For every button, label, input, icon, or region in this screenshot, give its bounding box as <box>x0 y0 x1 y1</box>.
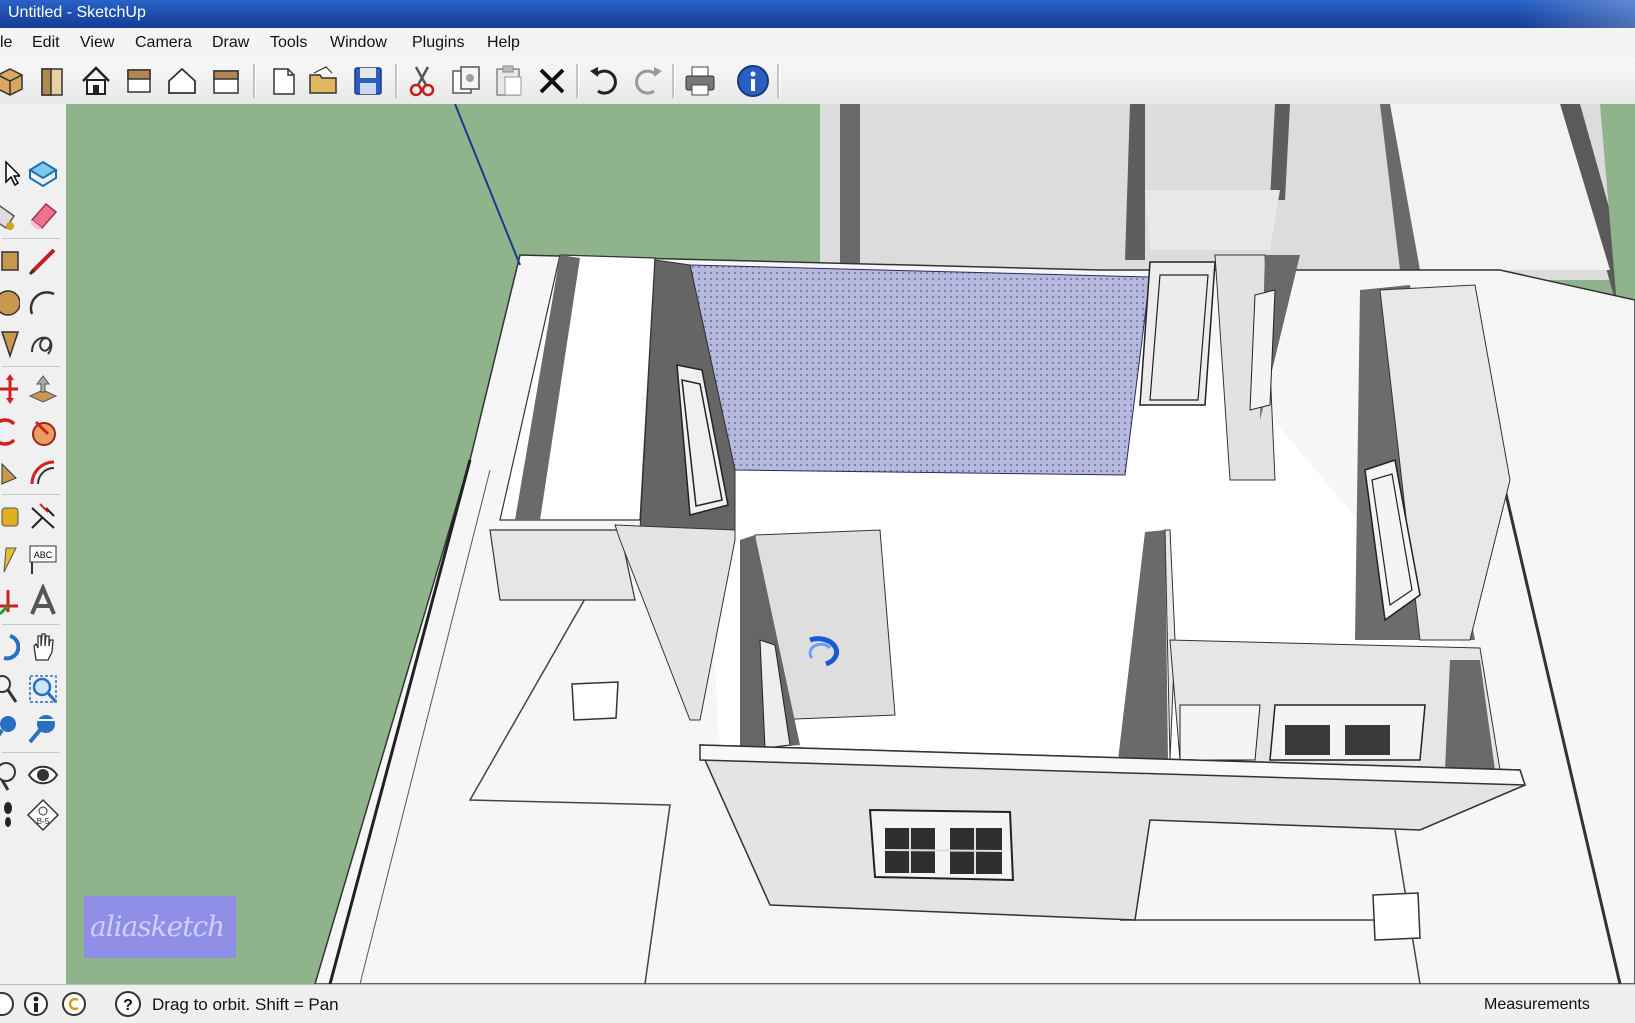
menu-bar: le Edit View Camera Draw Tools Window Pl… <box>0 28 1635 59</box>
toolbar-separator <box>777 64 780 98</box>
palette-separator <box>2 624 60 625</box>
views-iso-icon[interactable] <box>0 63 28 99</box>
section-plane-icon[interactable]: B-5 <box>26 798 60 832</box>
zoom-extents-icon[interactable] <box>0 712 20 746</box>
views-right-icon[interactable] <box>208 63 244 99</box>
eraser-icon[interactable] <box>26 198 60 232</box>
title-bar: Untitled - SketchUp <box>0 0 1635 28</box>
credits-icon[interactable] <box>22 990 50 1018</box>
walk-icon[interactable] <box>0 798 20 832</box>
orbit-icon[interactable] <box>0 630 21 664</box>
push-pull-icon[interactable] <box>26 372 60 406</box>
rotate-icon[interactable] <box>0 414 20 448</box>
watermark-text: aliasketch <box>90 910 225 943</box>
paint-bucket-icon[interactable] <box>0 198 20 232</box>
scale-icon[interactable] <box>0 454 20 488</box>
select-icon[interactable] <box>0 156 22 190</box>
dimension-icon[interactable] <box>26 500 60 534</box>
menu-edit[interactable]: Edit <box>32 34 60 52</box>
views-back-icon[interactable] <box>164 63 200 99</box>
line-icon[interactable] <box>26 244 60 278</box>
copyright-icon[interactable] <box>60 990 88 1018</box>
window-title: Untitled - SketchUp <box>8 4 146 21</box>
menu-tools[interactable]: Tools <box>270 34 307 52</box>
erase-icon[interactable] <box>534 63 570 99</box>
undo-icon[interactable] <box>586 63 622 99</box>
menu-camera[interactable]: Camera <box>135 34 192 52</box>
menu-view[interactable]: View <box>80 34 114 52</box>
views-home-icon[interactable] <box>78 63 114 99</box>
paste-icon[interactable] <box>491 63 527 99</box>
drawing-area[interactable] <box>66 104 1635 984</box>
text-icon[interactable]: ABC <box>26 542 60 576</box>
svg-text:B-5: B-5 <box>37 817 50 826</box>
freehand-icon[interactable] <box>26 326 60 360</box>
axes-icon[interactable] <box>0 584 20 618</box>
palette-separator <box>2 752 60 753</box>
menu-help[interactable]: Help <box>487 34 520 52</box>
position-camera-icon[interactable] <box>0 758 20 792</box>
new-icon[interactable] <box>264 63 300 99</box>
pan-icon[interactable] <box>26 630 60 664</box>
palette-separator <box>2 238 60 239</box>
print-icon[interactable] <box>682 63 718 99</box>
menu-file[interactable]: le <box>0 34 12 52</box>
svg-text:ABC: ABC <box>34 550 53 560</box>
toolbar-separator <box>395 64 398 98</box>
menu-plugins[interactable]: Plugins <box>412 34 464 52</box>
arc-icon[interactable] <box>26 286 60 320</box>
cut-icon[interactable] <box>404 63 440 99</box>
palette-separator <box>2 366 60 367</box>
svg-text:?: ? <box>123 997 133 1014</box>
open-icon[interactable] <box>306 63 342 99</box>
toolbar-separator <box>672 64 675 98</box>
follow-me-icon[interactable] <box>26 414 60 448</box>
toolbar-separator <box>576 64 579 98</box>
zoom-icon[interactable] <box>0 672 20 706</box>
views-left-icon[interactable] <box>34 63 70 99</box>
move-icon[interactable] <box>0 372 20 406</box>
watermark-logo: aliasketch <box>84 896 236 958</box>
toolbar-separator <box>253 64 256 98</box>
title-bar-sheen <box>1515 0 1635 28</box>
polygon-icon[interactable] <box>0 326 20 360</box>
status-bar: ? Drag to orbit. Shift = Pan Measurement… <box>0 984 1635 1023</box>
save-icon[interactable] <box>350 63 386 99</box>
views-front-icon[interactable] <box>121 63 157 99</box>
offset-icon[interactable] <box>26 454 60 488</box>
measurements-label: Measurements <box>1484 996 1590 1013</box>
protractor-icon[interactable] <box>0 542 20 576</box>
rectangle-icon[interactable] <box>0 244 20 278</box>
copy-icon[interactable] <box>448 63 484 99</box>
previous-view-icon[interactable] <box>26 712 60 746</box>
menu-draw[interactable]: Draw <box>212 34 249 52</box>
main-toolbar <box>0 58 1635 105</box>
help-icon[interactable]: ? <box>114 990 142 1018</box>
look-around-icon[interactable] <box>26 758 60 792</box>
status-hint: Drag to orbit. Shift = Pan <box>152 995 339 1014</box>
zoom-window-icon[interactable] <box>26 672 60 706</box>
redo-icon[interactable] <box>630 63 666 99</box>
make-component-icon[interactable] <box>26 156 60 190</box>
menu-window[interactable]: Window <box>330 34 387 52</box>
model-scene <box>66 104 1635 984</box>
large-tool-set: ABC B-5 <box>0 104 67 984</box>
palette-separator <box>2 494 60 495</box>
circle-icon[interactable] <box>0 286 21 320</box>
geolocation-icon[interactable] <box>0 990 16 1018</box>
model-info-icon[interactable] <box>735 63 771 99</box>
tape-measure-icon[interactable] <box>0 500 20 534</box>
3d-text-icon[interactable] <box>26 582 60 618</box>
